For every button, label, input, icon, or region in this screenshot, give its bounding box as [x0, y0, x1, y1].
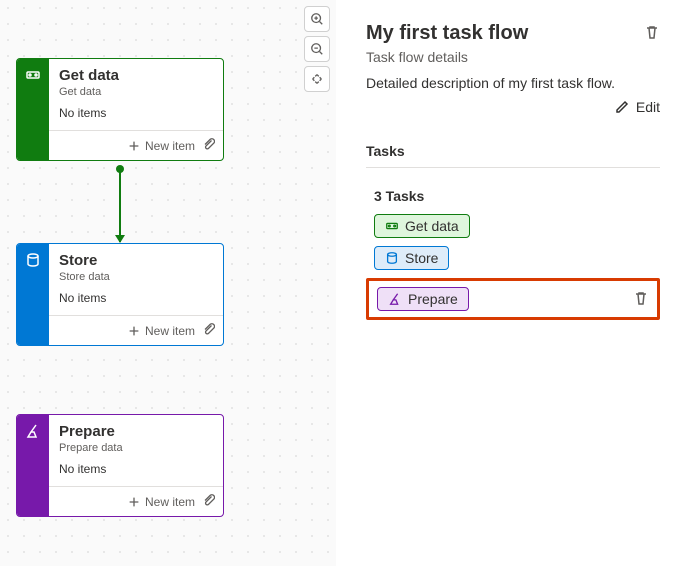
task-row-selected: Prepare [366, 278, 660, 320]
zoom-out-button[interactable] [304, 36, 330, 62]
database-icon [17, 244, 49, 345]
broom-icon [17, 415, 49, 516]
new-item-label: New item [145, 139, 195, 153]
node-subtitle: Prepare data [49, 440, 223, 458]
database-icon [385, 251, 399, 265]
task-chip-store[interactable]: Store [374, 246, 449, 270]
node-noitems: No items [49, 102, 223, 130]
delete-flow-button[interactable] [644, 24, 660, 43]
zoom-in-button[interactable] [304, 6, 330, 32]
node-subtitle: Get data [49, 84, 223, 102]
fit-button[interactable] [304, 66, 330, 92]
tasks-count: 3 Tasks [366, 188, 660, 204]
node-title: Store [49, 244, 223, 269]
node-noitems: No items [49, 287, 223, 315]
broom-icon [388, 292, 402, 306]
tape-icon [17, 59, 49, 160]
delete-task-button[interactable] [633, 290, 649, 309]
task-chip-get-data[interactable]: Get data [374, 214, 470, 238]
new-item-button[interactable]: New item [127, 495, 195, 509]
canvas[interactable]: Get data Get data No items New item Stor… [0, 0, 336, 566]
task-chip-label: Get data [405, 218, 459, 234]
panel-title: My first task flow [366, 22, 528, 45]
edit-label: Edit [636, 99, 660, 115]
tasks-section-title: Tasks [366, 143, 660, 168]
node-title: Prepare [49, 415, 223, 440]
new-item-button[interactable]: New item [127, 324, 195, 338]
node-store[interactable]: Store Store data No items New item [16, 243, 224, 346]
node-get-data[interactable]: Get data Get data No items New item [16, 58, 224, 161]
panel-description: Detailed description of my first task fl… [366, 75, 660, 91]
attach-icon[interactable] [201, 493, 215, 510]
details-panel: My first task flow Task flow details Det… [336, 0, 678, 566]
connector [119, 168, 121, 242]
node-prepare[interactable]: Prepare Prepare data No items New item [16, 414, 224, 517]
new-item-button[interactable]: New item [127, 139, 195, 153]
task-chip-label: Prepare [408, 291, 458, 307]
attach-icon[interactable] [201, 322, 215, 339]
edit-button[interactable]: Edit [366, 99, 660, 115]
zoom-controls [304, 6, 330, 92]
node-subtitle: Store data [49, 269, 223, 287]
node-noitems: No items [49, 458, 223, 486]
task-chip-label: Store [405, 250, 438, 266]
tape-icon [385, 219, 399, 233]
task-chip-prepare[interactable]: Prepare [377, 287, 469, 311]
node-title: Get data [49, 59, 223, 84]
panel-subtitle: Task flow details [366, 49, 660, 65]
new-item-label: New item [145, 495, 195, 509]
new-item-label: New item [145, 324, 195, 338]
pencil-icon [614, 99, 630, 115]
attach-icon[interactable] [201, 137, 215, 154]
